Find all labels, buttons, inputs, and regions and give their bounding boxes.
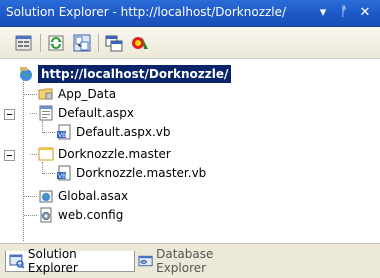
tree-connector: [43, 173, 55, 174]
svg-text:VB: VB: [58, 173, 66, 180]
tab-label: Solution Explorer: [27, 247, 78, 275]
toolbar-separator: [98, 34, 99, 52]
toolbar: [0, 27, 380, 59]
solution-tree: http://localhost/Dorknozzle/ App_Data De…: [0, 59, 380, 244]
tree-connector: [24, 215, 37, 216]
solution-explorer-icon: [9, 254, 25, 269]
database-explorer-icon: [138, 255, 153, 267]
toolbar-separator: [40, 34, 41, 52]
tree-item-dorknozzle-master[interactable]: Dorknozzle.master: [38, 145, 238, 163]
collapse-toggle[interactable]: [4, 150, 15, 161]
close-button[interactable]: ✕: [356, 4, 374, 22]
collapse-toggle[interactable]: [4, 109, 15, 120]
master-page-icon: [38, 147, 54, 161]
auto-hide-pin-button[interactable]: ᚡ: [335, 4, 353, 22]
tree-item-label: Default.aspx: [58, 106, 134, 120]
svg-text:VB: VB: [58, 132, 66, 139]
solution-explorer-window: Solution Explorer - http://localhost/Dor…: [0, 0, 380, 278]
aspx-page-icon: [39, 105, 53, 121]
folder-icon: [38, 88, 53, 100]
tree-connector: [30, 113, 37, 114]
title-bar[interactable]: Solution Explorer - http://localhost/Dor…: [0, 0, 380, 27]
tree-item-default-aspx[interactable]: Default.aspx: [38, 104, 238, 122]
vb-code-file-icon: VB: [57, 124, 71, 140]
tree-item-label: Dorknozzle.master: [58, 147, 171, 161]
tree-connector: [23, 75, 24, 241]
window-title: Solution Explorer - http://localhost/Dor…: [6, 5, 287, 19]
tree-item-label: App_Data: [58, 87, 117, 101]
tab-database-explorer[interactable]: Database Explorer: [135, 247, 265, 275]
tree-item-default-aspx-vb[interactable]: VB Default.aspx.vb: [56, 123, 256, 141]
refresh-icon[interactable]: [46, 33, 66, 53]
bottom-tab-strip: Solution Explorer Database Explorer: [0, 244, 380, 278]
tree-item-web-config[interactable]: web.config: [38, 206, 238, 224]
tree-item-label: Global.asax: [58, 189, 129, 203]
global-application-icon: [39, 190, 53, 203]
tree-item-global-asax[interactable]: Global.asax: [38, 187, 238, 205]
tree-connector: [43, 132, 55, 133]
nest-related-files-icon[interactable]: [72, 33, 92, 53]
window-position-dropdown-button[interactable]: ▾: [314, 4, 332, 22]
properties-icon[interactable]: [14, 33, 34, 53]
tree-item-label: Default.aspx.vb: [76, 125, 171, 139]
tree-item-app-data[interactable]: App_Data: [38, 85, 238, 103]
tree-item-dorknozzle-master-vb[interactable]: VB Dorknozzle.master.vb: [56, 164, 276, 182]
vb-code-file-icon: VB: [57, 165, 71, 181]
config-file-icon: [40, 207, 52, 223]
tab-solution-explorer[interactable]: Solution Explorer: [5, 247, 135, 275]
tree-item-label: Dorknozzle.master.vb: [76, 166, 207, 180]
tree-root-label: http://localhost/Dorknozzle/: [38, 65, 232, 83]
tab-label: Database Explorer: [156, 247, 214, 275]
tree-connector: [30, 154, 37, 155]
asp-net-configuration-icon[interactable]: [130, 33, 150, 53]
web-site-icon: [20, 67, 32, 81]
copy-web-site-icon[interactable]: [104, 33, 124, 53]
tree-root-node[interactable]: http://localhost/Dorknozzle/: [18, 65, 278, 83]
tree-connector: [24, 196, 37, 197]
tree-connector: [24, 94, 37, 95]
tree-item-label: web.config: [58, 208, 124, 222]
